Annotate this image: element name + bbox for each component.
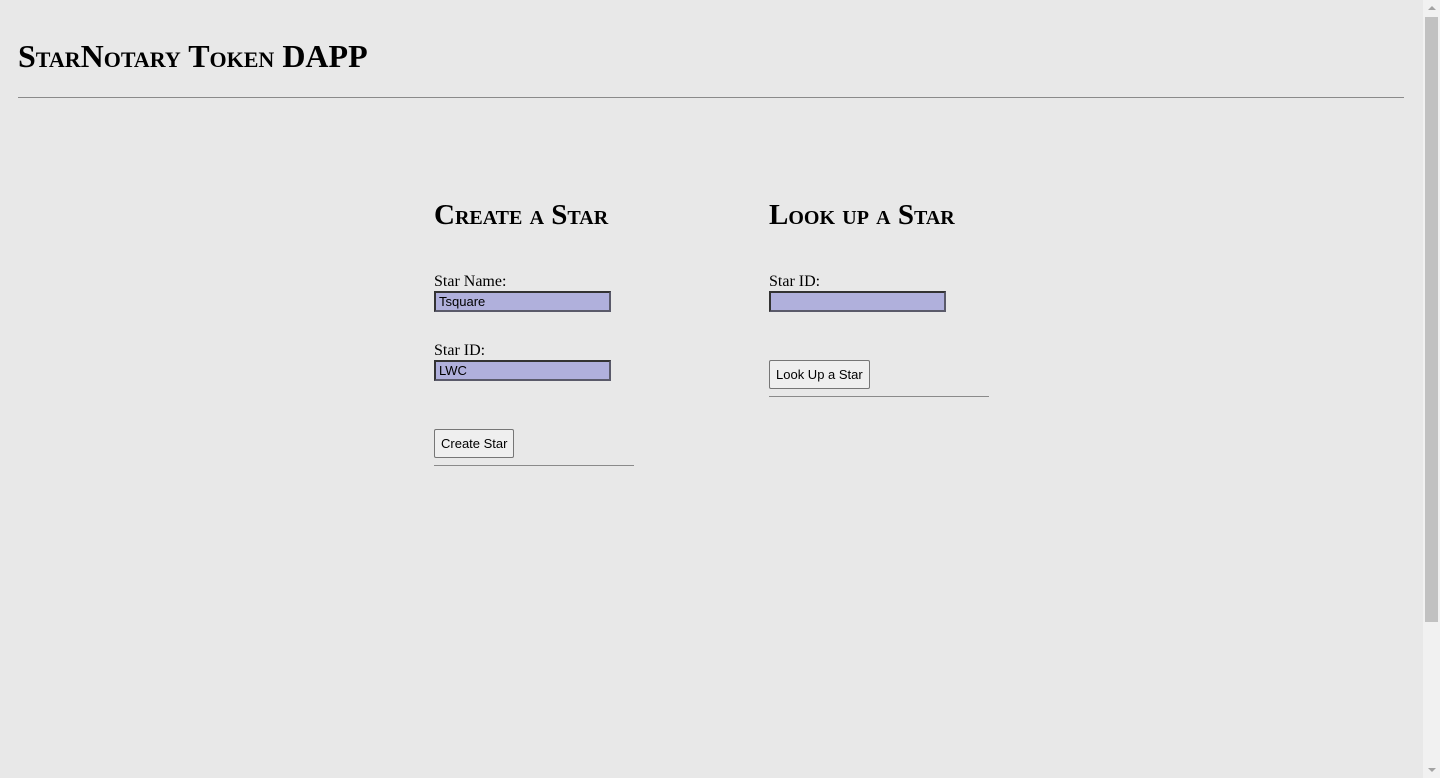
lookup-section-divider: [769, 396, 989, 397]
star-id-input[interactable]: [434, 360, 611, 381]
star-id-label: Star ID:: [434, 342, 486, 359]
page-title: StarNotary Token DAPP: [18, 38, 368, 74]
scroll-up-arrow-icon[interactable]: [1423, 0, 1440, 17]
star-name-label: Star Name:: [434, 273, 507, 290]
lookup-star-heading: Look up a Star: [769, 199, 955, 231]
create-star-button[interactable]: Create Star: [434, 429, 515, 458]
create-star-heading: Create a Star: [434, 199, 609, 231]
scroll-down-arrow-icon[interactable]: [1423, 761, 1440, 778]
header-divider: [18, 97, 1404, 98]
page: StarNotary Token DAPP Create a Star Star…: [0, 0, 1423, 778]
lookup-star-id-input[interactable]: [769, 291, 946, 312]
lookup-star-button[interactable]: Look Up a Star: [769, 360, 870, 389]
star-name-input[interactable]: [434, 291, 611, 312]
create-section-divider: [434, 465, 634, 466]
lookup-star-section: Look up a Star Star ID: Look Up a Star: [769, 196, 989, 397]
vertical-scrollbar[interactable]: [1423, 0, 1440, 778]
scrollbar-thumb[interactable]: [1425, 17, 1438, 622]
lookup-star-id-label: Star ID:: [769, 273, 821, 290]
create-star-section: Create a Star Star Name: Star ID: Create…: [434, 196, 634, 466]
